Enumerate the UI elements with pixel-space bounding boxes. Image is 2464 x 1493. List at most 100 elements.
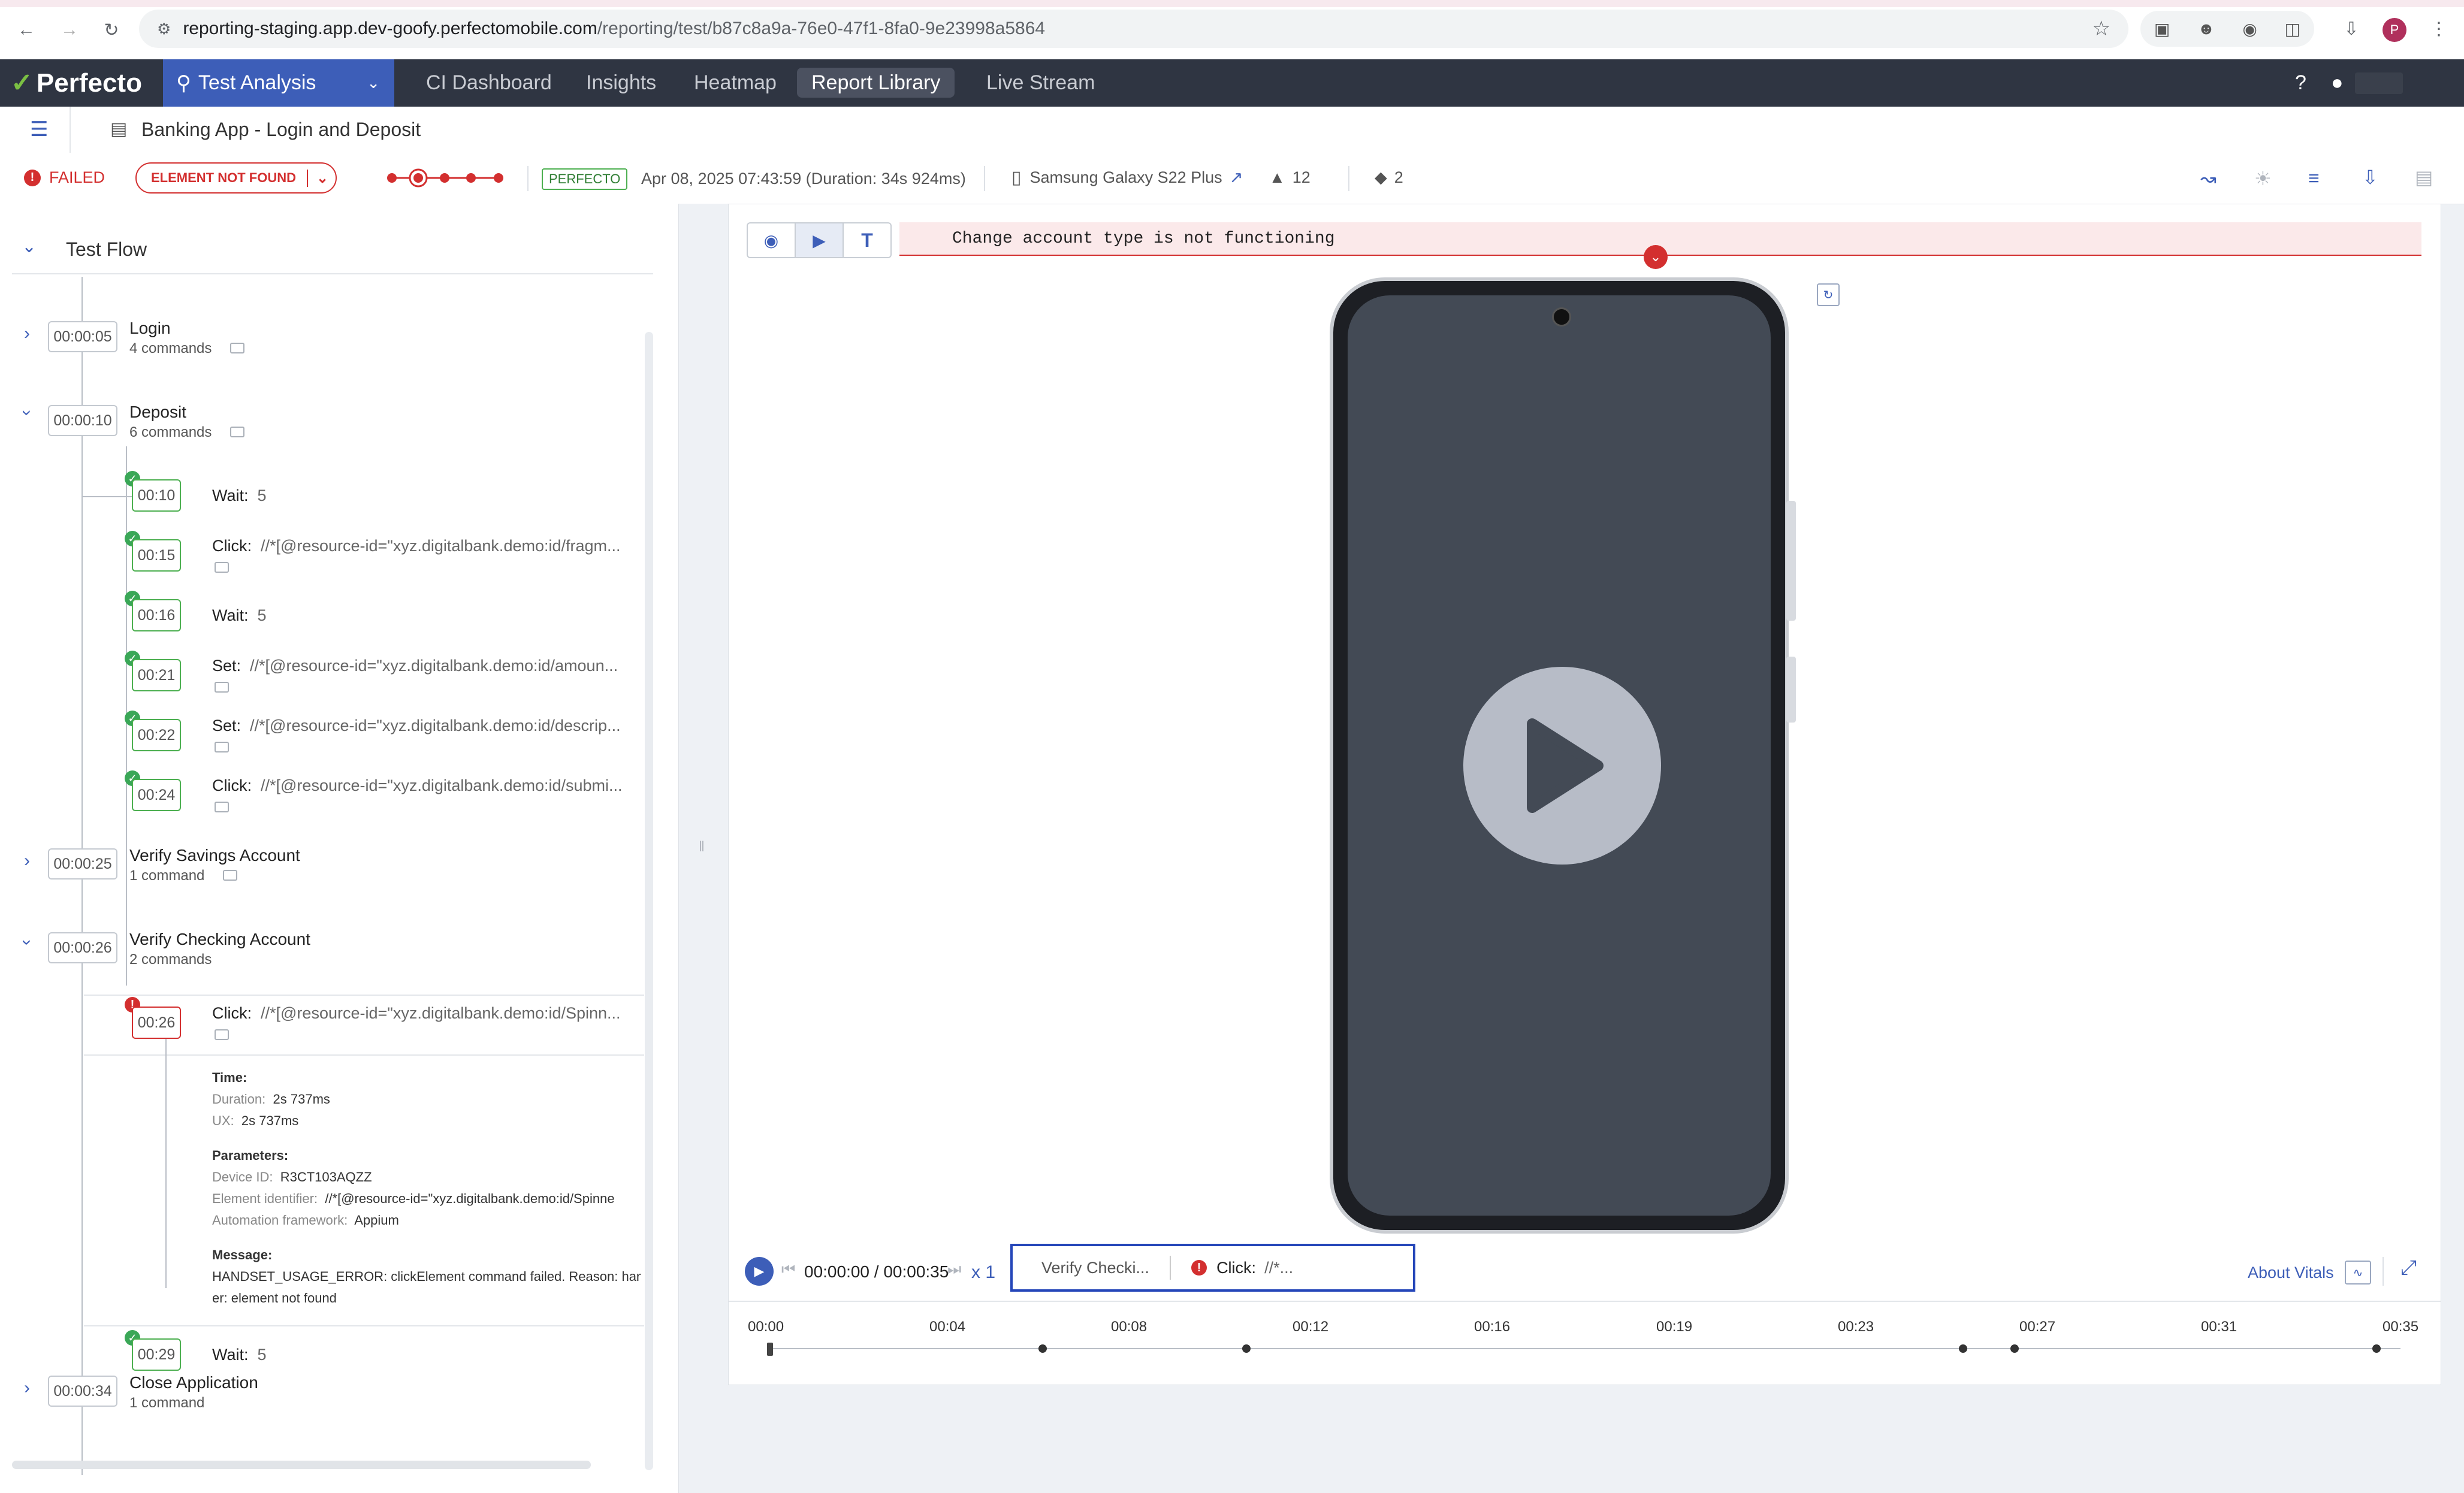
current-step-indicator[interactable]: Verify Checki... ! Click: //*... [1010, 1244, 1415, 1292]
timeline-tick: 00:27 [2019, 1319, 2056, 1335]
perfecto-logo[interactable]: ✓ Perfecto [11, 59, 142, 107]
step-command[interactable]: Click: //*[@resource-id="xyz.digitalbank… [212, 537, 621, 555]
timeline-track[interactable] [729, 1338, 2441, 1362]
extension-icon[interactable]: ▣ [2154, 19, 2170, 39]
export-icon[interactable]: ▤ [2415, 166, 2433, 189]
chevron-down-icon[interactable]: › [17, 939, 37, 945]
os-version: ▲ 12 [1269, 168, 1310, 187]
step-value: //*[@resource-id="xyz.digitalbank.demo:i… [261, 776, 623, 794]
step-value: 5 [257, 1346, 267, 1364]
list-menu-icon[interactable]: ☰ [30, 117, 48, 141]
timeline-marker [1038, 1344, 1047, 1353]
analysis-icon: ⚲ [176, 71, 191, 95]
previous-icon[interactable]: ⏮ [781, 1260, 795, 1279]
screenshot-icon[interactable] [230, 427, 244, 437]
extension-icon[interactable]: ☻ [2197, 19, 2215, 38]
reload-icon[interactable]: ↻ [99, 18, 123, 42]
download-icon[interactable]: ⇩ [2339, 17, 2363, 41]
test-flow-panel: ⌄ Test Flow › 00:00:05 Login 4 commands … [0, 204, 679, 1493]
site-settings-icon[interactable]: ⚙ [157, 20, 171, 38]
play-button[interactable]: ▶ [745, 1257, 774, 1286]
chevron-right-icon[interactable]: › [24, 1378, 30, 1398]
nav-ci-dashboard[interactable]: CI Dashboard [426, 59, 552, 107]
text-icon[interactable]: T [844, 223, 890, 257]
panel-splitter[interactable]: ‖ [680, 204, 727, 1493]
play-video-button[interactable] [1463, 667, 1661, 865]
divider [2383, 1257, 2384, 1286]
drag-handle-icon[interactable]: ‖ [699, 839, 705, 856]
screenshot-icon[interactable] [215, 742, 229, 752]
vitals-icon[interactable]: ∿ [2345, 1261, 2371, 1285]
step-command[interactable]: Click: //*[@resource-id="xyz.digitalbank… [212, 776, 623, 795]
test-analysis-menu[interactable]: ⚲ Test Analysis ⌄ [163, 59, 394, 107]
timeline-tick: 00:23 [1838, 1319, 1874, 1335]
chevron-right-icon[interactable]: › [24, 851, 30, 871]
logo-text: Perfecto [36, 68, 142, 98]
nav-insights[interactable]: Insights [586, 59, 656, 107]
trend-chart-icon[interactable]: ↝ [2200, 167, 2217, 190]
help-icon[interactable]: ? [2295, 59, 2306, 107]
message-line: er: element not found [212, 1290, 337, 1305]
step-value: 5 [257, 606, 267, 624]
about-vitals-link[interactable]: About Vitals [2248, 1264, 2334, 1282]
step-command[interactable]: Wait: 5 [212, 486, 267, 505]
failure-reason-dropdown[interactable]: ELEMENT NOT FOUND ⌄ [135, 162, 337, 194]
profile-avatar[interactable]: P [2383, 18, 2406, 42]
screenshot-icon[interactable] [215, 682, 229, 693]
camera-icon[interactable]: ◉ [748, 223, 796, 257]
back-icon[interactable]: ← [14, 18, 38, 42]
group-title[interactable]: Login [129, 319, 171, 338]
chevron-down-icon[interactable]: › [17, 410, 37, 416]
bookmark-star-icon[interactable]: ☆ [2092, 17, 2110, 41]
playback-speed[interactable]: x 1 [971, 1262, 995, 1283]
step-command[interactable]: Set: //*[@resource-id="xyz.digitalbank.d… [212, 717, 621, 735]
group-title[interactable]: Deposit [129, 403, 186, 422]
screenshot-icon[interactable] [215, 802, 229, 812]
fullscreen-icon[interactable]: ⤢ [2400, 1256, 2417, 1280]
step-time: 00:26 [132, 1007, 181, 1039]
message-label: Message: [212, 1247, 273, 1262]
step-command[interactable]: Click: //*[@resource-id="xyz.digitalbank… [212, 1004, 621, 1023]
step-action: Wait: [212, 486, 249, 504]
address-bar[interactable]: ⚙ reporting-staging.app.dev-goofy.perfec… [139, 10, 2128, 48]
tags[interactable]: ◆ 2 [1375, 168, 1403, 187]
screenshot-icon[interactable] [230, 343, 244, 353]
rotate-icon[interactable]: ↻ [1817, 283, 1840, 306]
horizontal-scrollbar[interactable] [12, 1461, 591, 1469]
step-command[interactable]: Set: //*[@resource-id="xyz.digitalbank.d… [212, 657, 618, 675]
details-list-icon[interactable]: ≡ [2308, 167, 2320, 189]
group-title[interactable]: Verify Savings Account [129, 846, 300, 865]
forward-icon[interactable]: → [58, 18, 81, 42]
external-link-icon[interactable]: ↗ [1230, 168, 1243, 187]
user-icon[interactable]: ● [2331, 59, 2344, 107]
device-info[interactable]: ▯ Samsung Galaxy S22 Plus ↗ [1011, 167, 1243, 188]
chevron-down-icon[interactable]: ⌄ [22, 236, 37, 257]
expand-error-icon[interactable]: ⌄ [1644, 245, 1668, 269]
video-icon[interactable]: ▶ [796, 223, 844, 257]
puzzle-icon[interactable]: ◫ [2285, 19, 2300, 39]
nav-report-library[interactable]: Report Library [797, 68, 955, 98]
group-title[interactable]: Verify Checking Account [129, 930, 310, 949]
step-value: //*[@resource-id="xyz.digitalbank.demo:i… [261, 537, 621, 555]
divider [527, 166, 529, 191]
step-action: Click: [212, 537, 252, 555]
screenshot-icon[interactable] [215, 562, 229, 573]
failure-reason-label: ELEMENT NOT FOUND [151, 170, 296, 185]
bug-icon[interactable]: ☀ [2254, 167, 2272, 190]
group-subtitle: 1 command [129, 1395, 205, 1411]
vertical-scrollbar[interactable] [645, 332, 653, 1470]
screenshot-icon[interactable] [215, 1029, 229, 1040]
group-time: 00:00:34 [48, 1376, 117, 1407]
screenshot-icon[interactable] [223, 870, 237, 881]
next-icon[interactable]: ⏭ [947, 1260, 961, 1279]
group-title[interactable]: Close Application [129, 1373, 258, 1392]
timeline-marker [1959, 1344, 1967, 1353]
extension-icon[interactable]: ◉ [2242, 19, 2257, 39]
step-command[interactable]: Wait: 5 [212, 606, 267, 625]
browser-menu-icon[interactable]: ⋮ [2427, 17, 2451, 41]
nav-live-stream[interactable]: Live Stream [986, 59, 1095, 107]
download-report-icon[interactable]: ⇩ [2362, 166, 2378, 189]
step-command[interactable]: Wait: 5 [212, 1346, 267, 1364]
chevron-right-icon[interactable]: › [24, 324, 30, 344]
nav-heatmap[interactable]: Heatmap [694, 59, 777, 107]
